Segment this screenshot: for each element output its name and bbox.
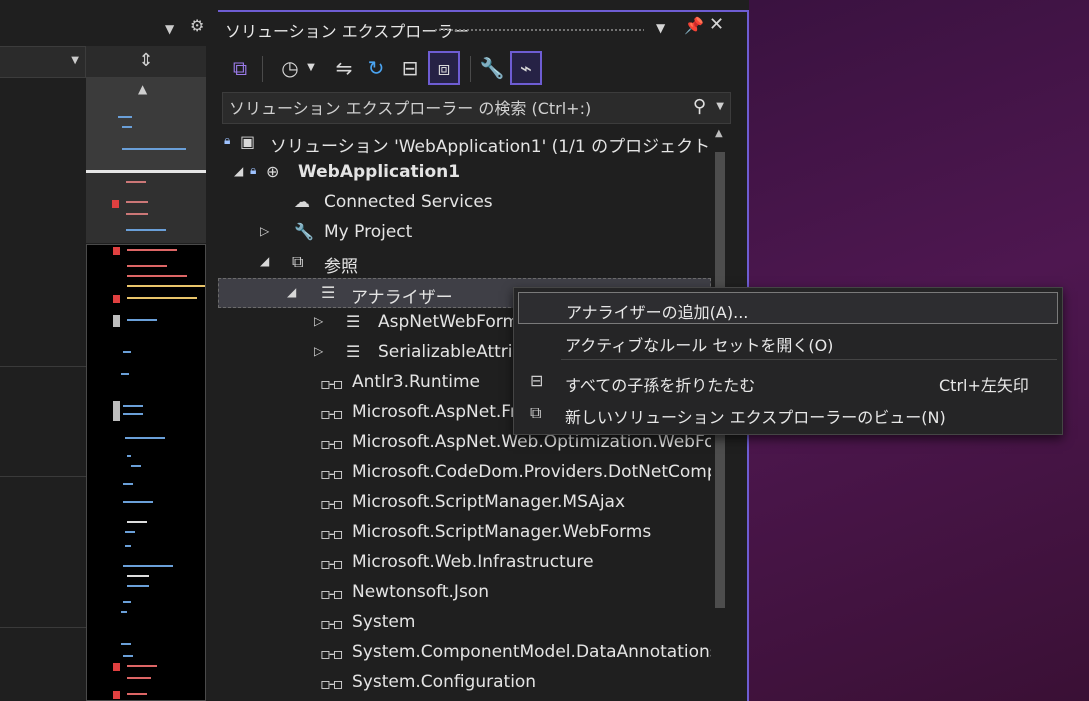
panel-titlebar[interactable]: ソリューション エクスプローラー ▼ 📌 ✕: [218, 12, 747, 46]
reference-icon: ▫-▫: [320, 584, 344, 603]
search-options-dropdown-icon[interactable]: ▼: [716, 101, 724, 112]
panel-title: ソリューション エクスプローラー: [225, 22, 470, 41]
collapsed-chevron-icon[interactable]: ▷: [260, 224, 269, 238]
tree-item-project[interactable]: ◢ 🔒︎ ⊕ WebApplication1: [218, 158, 711, 188]
scroll-up-icon[interactable]: ▲: [138, 82, 147, 96]
refresh-icon[interactable]: ↻: [360, 51, 392, 85]
analyzer-icon: ☰: [346, 312, 361, 331]
solution-explorer-toolbar: ⧉ ◷ ▼ ⇋ ↻ ⊟ ⧈ 🔧 ⌁: [218, 46, 747, 90]
switch-views-icon[interactable]: ⧉: [224, 51, 256, 85]
divider: [0, 476, 86, 477]
new-view-icon: ⧉: [530, 403, 542, 422]
preview-selected-items-icon[interactable]: ⌁: [510, 51, 542, 85]
collapse-all-icon: ⊟: [530, 371, 544, 390]
analyzer-icon: ☰: [321, 283, 336, 302]
pin-icon[interactable]: 📌: [684, 16, 704, 35]
navigation-combo[interactable]: ▼: [0, 46, 86, 78]
wrench-icon: 🔧: [294, 222, 314, 241]
editor-top-actions: ▼ ⚙: [0, 14, 218, 44]
reference-icon: ▫-▫: [320, 404, 344, 423]
menu-item-open-active-ruleset[interactable]: アクティブなルール セットを開く(O): [518, 326, 1058, 358]
reference-icon: ▫-▫: [320, 524, 344, 543]
menu-item-collapse-all-descendants[interactable]: ⊟ すべての子孫を折りたたむ Ctrl+左矢印: [518, 366, 1058, 398]
expanded-chevron-icon[interactable]: ◢: [234, 164, 243, 178]
lock-icon: 🔒︎: [224, 133, 231, 147]
tree-item-reference[interactable]: ▫-▫ Microsoft.CodeDom.Providers.DotNetCo…: [218, 458, 711, 488]
menu-item-new-solution-explorer-view[interactable]: ⧉ 新しいソリューション エクスプローラーのビュー(N): [518, 398, 1058, 430]
minimap-code: [86, 244, 206, 701]
solution-explorer-search[interactable]: ⚲ ▼: [222, 92, 731, 124]
reference-icon: ▫-▫: [320, 644, 344, 663]
reference-icon: ▫-▫: [320, 374, 344, 393]
expanded-chevron-icon[interactable]: ◢: [260, 254, 269, 268]
pending-changes-filter-icon[interactable]: ◷: [274, 51, 306, 85]
menu-separator: [561, 359, 1057, 360]
tree-item-my-project[interactable]: ▷ 🔧 My Project: [218, 218, 711, 248]
tree-item-references[interactable]: ◢ ⧉ 参照: [218, 248, 711, 278]
reference-icon: ▫-▫: [320, 494, 344, 513]
sync-with-document-icon[interactable]: ⇋: [328, 51, 360, 85]
minimap-section: [86, 173, 206, 243]
editor-pane: ▼ ⚙ ▼ ⇕ ▲: [0, 0, 218, 701]
split-editor-icon[interactable]: ⇕: [86, 46, 206, 78]
window-position-dropdown-icon[interactable]: ▼: [656, 21, 665, 35]
divider: [0, 366, 86, 367]
tree-item-reference[interactable]: ▫-▫ Microsoft.ScriptManager.MSAjax: [218, 488, 711, 518]
context-menu: アナライザーの追加(A)... アクティブなルール セットを開く(O) ⊟ すべ…: [513, 287, 1063, 435]
drag-grip[interactable]: [434, 28, 644, 33]
minimap[interactable]: ▲: [86, 78, 206, 701]
close-icon[interactable]: ✕: [709, 14, 724, 35]
search-icon[interactable]: ⚲: [693, 96, 706, 117]
menu-item-add-analyzer[interactable]: アナライザーの追加(A)...: [518, 292, 1058, 324]
reference-icon: ▫-▫: [320, 674, 344, 693]
tree-item-connected-services[interactable]: ☁ Connected Services: [218, 188, 711, 218]
collapse-all-icon[interactable]: ⊟: [394, 51, 426, 85]
connected-services-icon: ☁: [294, 192, 310, 211]
tree-item-reference[interactable]: ▫-▫ System.Configuration: [218, 668, 711, 698]
divider: [0, 627, 86, 628]
dropdown-arrow-icon[interactable]: ▼: [165, 22, 174, 36]
reference-icon: ▫-▫: [320, 554, 344, 573]
expanded-chevron-icon[interactable]: ◢: [287, 285, 296, 299]
references-icon: ⧉: [292, 252, 304, 271]
web-project-icon: ⊕: [266, 162, 280, 181]
analyzer-icon: ☰: [346, 342, 361, 361]
tree-item-solution[interactable]: 🔒︎ ▣ ソリューション 'WebApplication1' (1/1 のプロジ…: [218, 128, 711, 158]
collapsed-chevron-icon[interactable]: ▷: [314, 344, 323, 358]
scroll-up-icon[interactable]: ▲: [715, 128, 723, 139]
properties-wrench-icon[interactable]: 🔧: [476, 51, 508, 85]
show-all-files-icon[interactable]: ⧈: [428, 51, 460, 85]
reference-icon: ▫-▫: [320, 434, 344, 453]
reference-icon: ▫-▫: [320, 614, 344, 633]
search-input[interactable]: [229, 97, 669, 119]
filter-dropdown-icon[interactable]: ▼: [304, 51, 318, 85]
gear-icon[interactable]: ⚙: [190, 16, 204, 35]
solution-icon: ▣: [240, 132, 256, 151]
chevron-down-icon: ▼: [71, 55, 79, 66]
reference-icon: ▫-▫: [320, 464, 344, 483]
minimap-viewport[interactable]: ▲: [86, 78, 206, 170]
tree-item-reference[interactable]: ▫-▫ Microsoft.Web.Infrastructure: [218, 548, 711, 578]
collapsed-chevron-icon[interactable]: ▷: [314, 314, 323, 328]
tree-item-reference[interactable]: ▫-▫ System: [218, 608, 711, 638]
tree-item-reference[interactable]: ▫-▫ System.ComponentModel.DataAnnotation…: [218, 638, 711, 668]
tree-item-reference[interactable]: ▫-▫ Newtonsoft.Json: [218, 578, 711, 608]
lock-icon: 🔒︎: [250, 163, 257, 177]
tree-item-reference[interactable]: ▫-▫ Microsoft.ScriptManager.WebForms: [218, 518, 711, 548]
